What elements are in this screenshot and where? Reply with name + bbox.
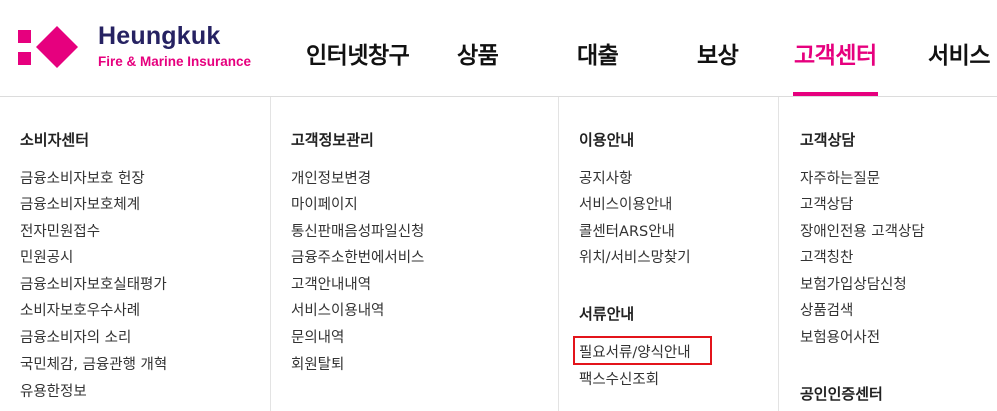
menu-item[interactable]: 팩스수신조회 <box>579 368 659 389</box>
menu-item[interactable]: 회원탈퇴 <box>291 353 344 374</box>
logo-tagline: Fire & Marine Insurance <box>98 54 252 69</box>
menu-col-consumer-center: 소비자센터 금융소비자보호 헌장 금융소비자보호체계 전자민원접수 민원공시 금… <box>0 97 270 411</box>
col-title-usage-guide: 이용안내 <box>579 131 635 149</box>
menu-item[interactable]: 국민체감, 금융관행 개혁 <box>20 353 167 374</box>
col-title-customer-info: 고객정보관리 <box>291 131 374 149</box>
menu-item[interactable]: 통신판매음성파일신청 <box>291 220 424 241</box>
col-title-certificate-center[interactable]: 공인인증센터 <box>800 383 883 404</box>
menu-col-consultation: 고객상담 자주하는질문 고객상담 장애인전용 고객상담 고객칭찬 보험가입상담신… <box>778 97 997 411</box>
menu-item[interactable]: 민원공시 <box>20 246 73 267</box>
site-header: Heungkuk Fire & Marine Insurance 인터넷창구 상… <box>0 0 997 97</box>
nav-products[interactable]: 상품 <box>457 36 499 70</box>
logo-mark-icon <box>18 26 78 68</box>
nav-internet-window[interactable]: 인터넷창구 <box>306 36 410 70</box>
menu-item[interactable]: 서비스이용내역 <box>291 299 384 320</box>
menu-item[interactable]: 금융소비자의 소리 <box>20 326 131 347</box>
menu-item[interactable]: 콜센터ARS안내 <box>579 220 675 241</box>
menu-item[interactable]: 서비스이용안내 <box>579 193 672 214</box>
menu-item[interactable]: 유용한정보 <box>20 380 87 401</box>
menu-item[interactable]: 공지사항 <box>579 167 632 188</box>
menu-item[interactable]: 문의내역 <box>291 326 344 347</box>
menu-item[interactable]: 개인정보변경 <box>291 167 371 188</box>
menu-item[interactable]: 보험가입상담신청 <box>800 273 907 294</box>
menu-item[interactable]: 고객칭찬 <box>800 246 853 267</box>
menu-col-usage-guide: 이용안내 공지사항 서비스이용안내 콜센터ARS안내 위치/서비스망찾기 서류안… <box>558 97 779 411</box>
menu-item[interactable]: 금융주소한번에서비스 <box>291 246 424 267</box>
col-title-consultation: 고객상담 <box>800 131 856 149</box>
menu-item[interactable]: 금융소비자보호체계 <box>20 193 140 214</box>
nav-customer-center[interactable]: 고객센터 <box>794 36 877 70</box>
nav-services[interactable]: 서비스 <box>928 36 990 70</box>
menu-item[interactable]: 자주하는질문 <box>800 167 880 188</box>
nav-loans[interactable]: 대출 <box>577 36 619 70</box>
menu-item[interactable]: 금융소비자보호 헌장 <box>20 167 145 188</box>
menu-item[interactable]: 위치/서비스망찾기 <box>579 246 691 267</box>
menu-col-customer-info: 고객정보관리 개인정보변경 마이페이지 통신판매음성파일신청 금융주소한번에서비… <box>270 97 559 411</box>
menu-item[interactable]: 소비자보호우수사례 <box>20 299 140 320</box>
menu-item[interactable]: 마이페이지 <box>291 193 358 214</box>
menu-item[interactable]: 고객상담 <box>800 193 853 214</box>
menu-item[interactable]: 고객안내내역 <box>291 273 371 294</box>
nav-compensation[interactable]: 보상 <box>697 36 739 70</box>
menu-item[interactable]: 장애인전용 고객상담 <box>800 220 925 241</box>
menu-item[interactable]: 전자민원접수 <box>20 220 100 241</box>
col-title-documents: 서류안내 <box>579 305 635 323</box>
col-title-consumer-center: 소비자센터 <box>20 131 90 149</box>
menu-item[interactable]: 보험용어사전 <box>800 326 880 347</box>
logo-name: Heungkuk <box>98 22 221 50</box>
menu-item[interactable]: 금융소비자보호실태평가 <box>20 273 167 294</box>
menu-item-required-documents[interactable]: 필요서류/양식안내 <box>579 341 691 362</box>
heungkuk-logo[interactable]: Heungkuk Fire & Marine Insurance <box>18 22 258 74</box>
menu-item[interactable]: 상품검색 <box>800 299 853 320</box>
active-nav-indicator <box>793 92 878 96</box>
